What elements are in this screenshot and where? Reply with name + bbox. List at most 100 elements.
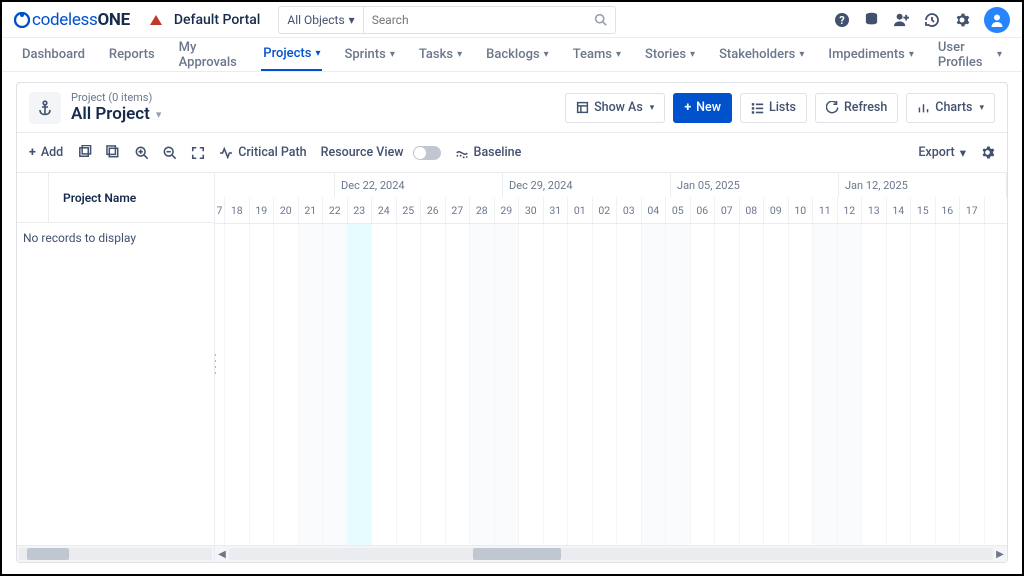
nav-dashboard[interactable]: Dashboard — [20, 38, 87, 71]
help-icon[interactable]: ? — [834, 12, 850, 28]
nav-stakeholders[interactable]: Stakeholders▾ — [717, 38, 806, 71]
timeline-day-header: 03 — [617, 197, 642, 223]
timeline-day-header: 11 — [813, 197, 838, 223]
nav-backlogs[interactable]: Backlogs▾ — [484, 38, 551, 71]
nav-sprints[interactable]: Sprints▾ — [342, 38, 396, 71]
timeline-day-column — [250, 224, 275, 545]
timeline-week-header: Jan 05, 2025 — [671, 173, 839, 197]
baseline-button[interactable]: Baseline — [455, 145, 522, 160]
plus-icon: + — [29, 145, 36, 160]
timeline-horizontal-scrollbar[interactable]: ◀ ▶ — [215, 546, 1007, 562]
portal-name[interactable]: Default Portal — [174, 12, 260, 28]
avatar[interactable] — [984, 7, 1010, 33]
timeline-week-header: Jan 12, 2025 — [839, 173, 1007, 197]
new-label: New — [696, 100, 721, 115]
refresh-button[interactable]: Refresh — [815, 93, 898, 123]
page-title[interactable]: All Project — [71, 104, 150, 124]
timeline-day-header: 08 — [740, 197, 765, 223]
timeline-day-header: 01 — [568, 197, 593, 223]
timeline-day-column — [519, 224, 544, 545]
timeline-day-column — [544, 224, 569, 545]
timeline-day-column — [299, 224, 324, 545]
settings-icon[interactable] — [954, 12, 970, 28]
timeline-day-column — [568, 224, 593, 545]
left-horizontal-scrollbar[interactable] — [17, 546, 214, 562]
search-input[interactable] — [364, 7, 594, 33]
timeline-day-header: 23 — [348, 197, 373, 223]
nav-impediments[interactable]: Impediments▾ — [826, 38, 916, 71]
caret-down-icon: ▾ — [799, 49, 804, 60]
timeline-day-header: 14 — [887, 197, 912, 223]
timeline-day-column — [617, 224, 642, 545]
scroll-right-icon[interactable]: ▶ — [993, 549, 1007, 560]
nav-reports[interactable]: Reports — [107, 38, 157, 71]
export-button[interactable]: Export▾ — [918, 145, 966, 161]
timeline-day-header: 07 — [715, 197, 740, 223]
new-button[interactable]: + New — [673, 93, 732, 123]
timeline-day-header: 19 — [250, 197, 275, 223]
charts-button[interactable]: Charts▾ — [906, 93, 995, 123]
timeline-day-column — [887, 224, 912, 545]
nav-approvals[interactable]: My Approvals — [177, 38, 242, 71]
panel-header: Project (0 items) All Project ▾ Show As▾… — [17, 83, 1007, 132]
anchor-icon — [29, 92, 61, 124]
fit-icon[interactable] — [191, 146, 205, 160]
add-button[interactable]: + Add — [29, 145, 63, 160]
scroll-left-icon[interactable]: ◀ — [215, 549, 229, 560]
toggle-switch[interactable] — [413, 146, 441, 160]
timeline-day-header: 02 — [593, 197, 618, 223]
search-icon[interactable] — [594, 13, 607, 26]
caret-down-icon: ▾ — [690, 49, 695, 60]
timeline-day-header: 04 — [642, 197, 667, 223]
critical-path-button[interactable]: Critical Path — [219, 145, 306, 160]
lists-button[interactable]: Lists — [740, 93, 807, 123]
logo[interactable]: codelessONE — [14, 10, 130, 30]
logo-text-one: ONE — [98, 10, 130, 30]
timeline-day-header: 25 — [397, 197, 422, 223]
gantt-timeline: Dec 22, 2024Dec 29, 2024Jan 05, 2025Jan … — [215, 173, 1007, 562]
zoom-out-icon[interactable] — [163, 146, 177, 160]
timeline-day-column — [446, 224, 471, 545]
all-objects-selector[interactable]: All Objects ▾ — [279, 7, 363, 33]
gantt-left-pane: Project Name No records to display — [17, 173, 215, 562]
resource-label: Resource View — [321, 145, 404, 160]
collapse-all-icon[interactable] — [106, 145, 121, 160]
caret-down-icon: ▾ — [544, 49, 549, 60]
svg-text:?: ? — [839, 14, 845, 27]
caret-down-icon: ▾ — [616, 49, 621, 60]
timeline-day-header: 12 — [838, 197, 863, 223]
pulse-icon — [219, 147, 233, 159]
nav-stories-label: Stories — [645, 47, 686, 62]
timeline-day-column — [740, 224, 765, 545]
all-objects-label: All Objects — [287, 13, 344, 27]
timeline-day-header: 13 — [862, 197, 887, 223]
nav-stories[interactable]: Stories ▾ — [643, 38, 697, 71]
breadcrumb: Project (0 items) — [71, 91, 161, 104]
timeline-day-header: 15 — [911, 197, 936, 223]
nav-userprofiles[interactable]: User Profiles▾ — [936, 38, 1004, 71]
timeline-day-column — [642, 224, 667, 545]
timeline-day-column — [838, 224, 863, 545]
column-header-project-name[interactable]: Project Name — [49, 191, 214, 205]
expand-all-icon[interactable] — [77, 145, 92, 160]
timeline-day-header: 21 — [299, 197, 324, 223]
resource-view-toggle[interactable]: Resource View — [321, 145, 441, 160]
timeline-day-header: 27 — [446, 197, 471, 223]
timeline-day-column — [911, 224, 936, 545]
nav-projects[interactable]: Projects▾ — [261, 38, 322, 71]
nav-tasks[interactable]: Tasks▾ — [417, 38, 464, 71]
caret-down-icon: ▾ — [997, 49, 1002, 60]
baseline-icon — [455, 147, 469, 159]
gantt-settings-icon[interactable] — [980, 145, 995, 160]
add-user-icon[interactable] — [893, 12, 910, 27]
add-label: Add — [41, 145, 63, 160]
zoom-in-icon[interactable] — [135, 146, 149, 160]
timeline-day-column — [225, 224, 250, 545]
timeline-day-column — [215, 224, 225, 545]
history-icon[interactable] — [924, 12, 940, 28]
database-icon[interactable] — [864, 12, 879, 27]
timeline-day-column — [764, 224, 789, 545]
row-number-header — [17, 173, 49, 222]
nav-teams[interactable]: Teams▾ — [571, 38, 623, 71]
show-as-button[interactable]: Show As▾ — [565, 93, 665, 123]
